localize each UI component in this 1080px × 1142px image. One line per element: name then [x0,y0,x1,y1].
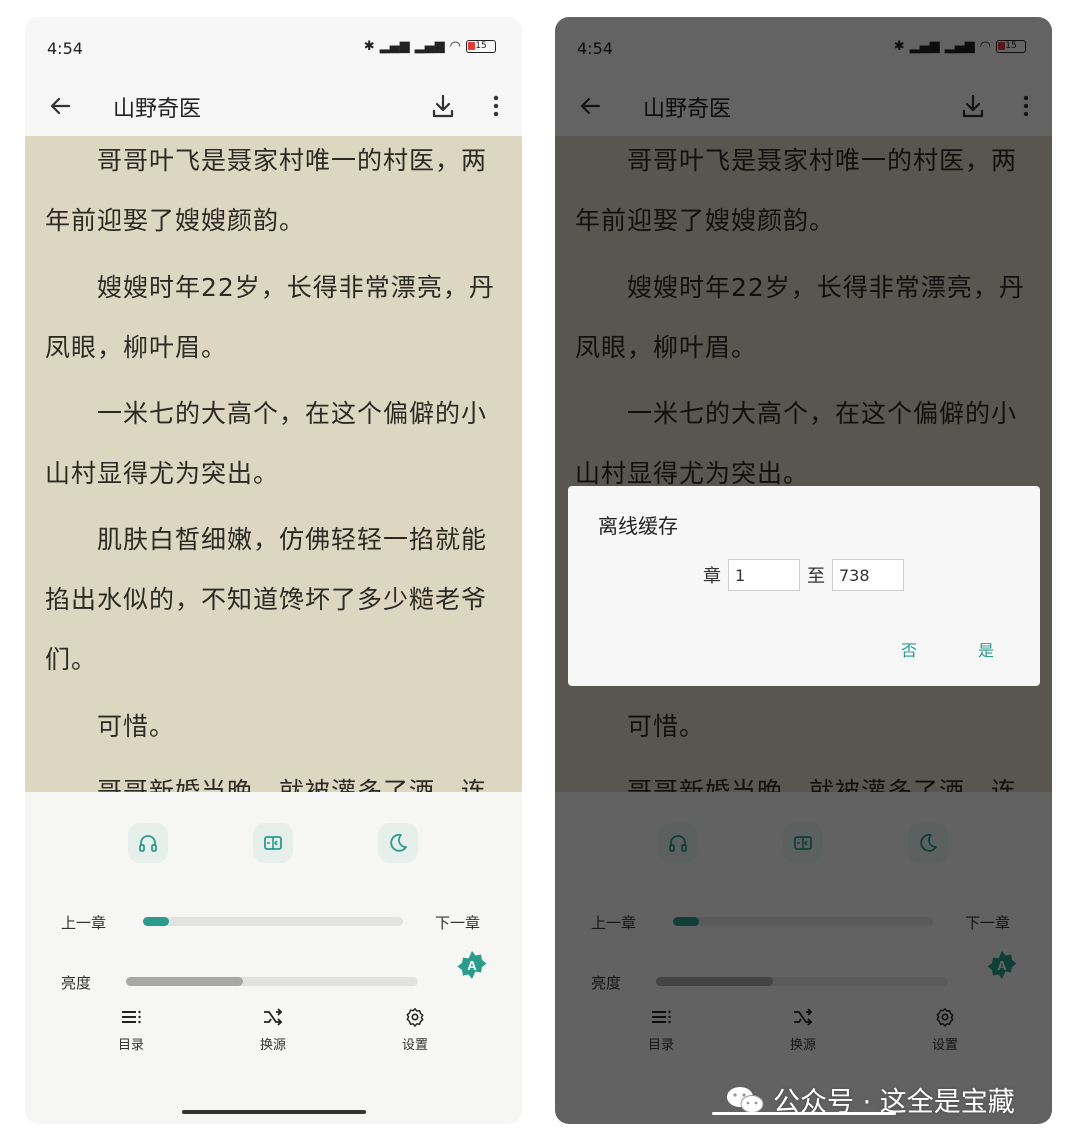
app-bar: 山野奇医 [25,79,522,136]
text-line: 掐出水似的，不知道馋坏了多少糙老爷 [45,585,488,614]
from-chapter-label: 章 [703,566,721,587]
cancel-button[interactable]: 否 [901,637,917,661]
reader-control-panel: 上一章 下一章 亮度 A 目录 换源 设置 [25,792,522,1124]
reader-screen-with-dialog: 4:54 ✱ ▂▄▆ ▂▄▆ ◠ 15 山野奇医 哥哥叶飞是聂家村唯一的村医，两… [555,17,1052,1124]
night-mode-button[interactable] [378,823,418,863]
signal-icon: ▂▄▆ [379,39,410,54]
prev-chapter-button[interactable]: 上一章 [61,912,106,933]
home-indicator[interactable] [182,1110,366,1114]
paragraph: 肌肤白皙细嫩，仿佛轻轻一掐就能 掐出水似的，不知道馋坏了多少糙老爷 们。 [45,515,505,695]
text-line: 肌肤白皙细嫩，仿佛轻轻一掐就能 [97,525,488,554]
chapter-progress-fill [143,917,169,926]
brightness-label: 亮度 [61,974,92,992]
reader-screen: 4:54 ✱ ▂▄▆ ▂▄▆ ◠ 15 山野奇医 哥哥叶飞是聂家村唯一的村医，两… [25,17,522,1124]
wifi-icon: ◠ [449,39,461,54]
paragraph: 哥哥新婚当晚，就被灌多了酒，连 [45,767,505,792]
paragraph: 哥哥叶飞是聂家村唯一的村医，两 年前迎娶了嫂嫂颜韵。 [45,136,505,256]
paragraph: 可惜。 [45,702,505,762]
catalog-button[interactable]: 目录 [101,1007,161,1053]
more-vert-icon[interactable] [486,91,506,121]
settings-button[interactable]: 设置 [385,1007,445,1053]
chapter-progress-slider[interactable] [143,917,403,926]
arrow-left-icon[interactable] [45,91,75,121]
from-chapter-input[interactable] [728,559,800,591]
switch-source-button[interactable]: 换源 [243,1007,303,1053]
wechat-icon [727,1086,764,1113]
book-title: 山野奇医 [113,97,202,122]
listen-button[interactable] [128,823,168,863]
offline-cache-dialog: 离线缓存 章 至 否 是 [568,486,1040,686]
gear-icon [406,1008,424,1027]
text-line: 们。 [45,645,98,674]
page-turn-icon [264,836,282,850]
download-icon[interactable] [428,91,458,121]
text-line: 一米七的大高个，在这个偏僻的小 [97,399,488,428]
shuffle-icon [264,1008,283,1026]
confirm-button[interactable]: 是 [978,637,994,661]
catalog-label: 目录 [117,1038,144,1053]
to-chapter-input[interactable] [832,559,904,591]
text-line: 年前迎娶了嫂嫂颜韵。 [45,206,306,235]
brightness-fill [126,977,243,986]
status-time: 4:54 [47,39,83,58]
headphones-icon [139,835,157,852]
page-turn-button[interactable] [253,823,293,863]
battery-icon: 15 [466,40,496,53]
home-indicator[interactable] [712,1112,896,1115]
svg-text:A: A [467,958,477,973]
brightness-slider[interactable] [126,977,418,986]
next-chapter-button[interactable]: 下一章 [435,912,480,933]
text-line: 山村显得尤为突出。 [45,459,280,488]
dialog-title: 离线缓存 [598,514,678,538]
bluetooth-icon: ✱ [363,39,375,54]
paragraph: 嫂嫂时年22岁，长得非常漂亮，丹 凤眼，柳叶眉。 [45,263,505,383]
text-line: 嫂嫂时年22岁，长得非常漂亮，丹 [97,273,495,302]
paragraph: 一米七的大高个，在这个偏僻的小 山村显得尤为突出。 [45,389,505,509]
text-line: 凤眼，柳叶眉。 [45,333,228,362]
status-icons: ✱ ▂▄▆ ▂▄▆ ◠ 15 [364,39,496,54]
moon-icon [390,833,407,852]
text-line: 哥哥叶飞是聂家村唯一的村医，两 [97,146,488,175]
switch-source-label: 换源 [259,1038,286,1053]
settings-label: 设置 [401,1038,428,1053]
auto-brightness-icon[interactable]: A [457,950,487,980]
list-icon [122,1010,141,1024]
signal-icon: ▂▄▆ [414,39,445,54]
status-bar: 4:54 ✱ ▂▄▆ ▂▄▆ ◠ 15 [25,17,522,79]
to-chapter-label: 至 [807,566,825,587]
text-line: 可惜。 [97,712,176,741]
reading-area[interactable]: 哥哥叶飞是聂家村唯一的村医，两 年前迎娶了嫂嫂颜韵。 嫂嫂时年22岁，长得非常漂… [25,136,522,792]
text-line: 哥哥新婚当晚，就被灌多了酒，连 [97,777,488,792]
